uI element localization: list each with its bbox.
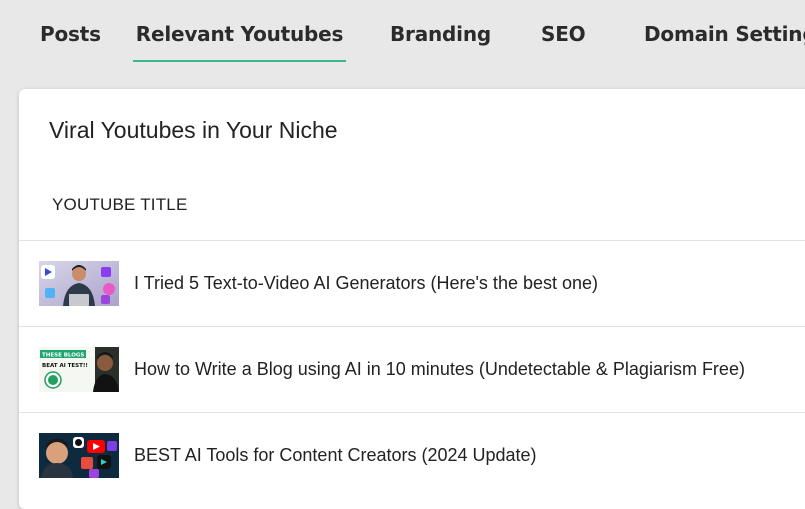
video-row[interactable]: I Tried 5 Text-to-Video AI Generators (H… [19,240,805,327]
tab-label: SEO [541,22,586,46]
video-row[interactable]: BEST AI Tools for Content Creators (2024… [19,412,805,499]
video-title[interactable]: BEST AI Tools for Content Creators (2024… [134,445,537,466]
viral-youtubes-card: Viral Youtubes in Your Niche YOUTUBE TIT… [19,89,805,509]
thumbnail-text: THESE BLOGS CAN [42,353,100,359]
video-thumbnail-ai-tools[interactable] [39,433,119,478]
video-title[interactable]: I Tried 5 Text-to-Video AI Generators (H… [134,273,598,294]
tab-label: Domain Settings [644,22,805,46]
tab-label: Branding [390,22,491,46]
column-header-youtube-title: YOUTUBE TITLE [52,195,188,214]
tab-label: Posts [40,22,101,46]
tab-bar: Posts Relevant Youtubes Branding SEO Dom… [0,0,805,62]
video-row[interactable]: THESE BLOGS CAN BEAT AI TEST!! How to Wr… [19,326,805,413]
tab-relevant-youtubes[interactable]: Relevant Youtubes [133,22,346,62]
tab-label: Relevant Youtubes [135,22,344,46]
video-thumbnail-ai-generators[interactable] [39,261,119,306]
video-thumbnail-blog-writing[interactable]: THESE BLOGS CAN BEAT AI TEST!! [39,347,119,392]
tab-posts[interactable]: Posts [40,22,101,62]
tab-branding[interactable]: Branding [390,22,491,62]
thumbnail-text: BEAT AI TEST!! [42,363,88,369]
card-title: Viral Youtubes in Your Niche [49,117,338,143]
tab-seo[interactable]: SEO [541,22,586,62]
tab-domain-settings[interactable]: Domain Settings [644,22,805,62]
video-title[interactable]: How to Write a Blog using AI in 10 minut… [134,359,745,380]
